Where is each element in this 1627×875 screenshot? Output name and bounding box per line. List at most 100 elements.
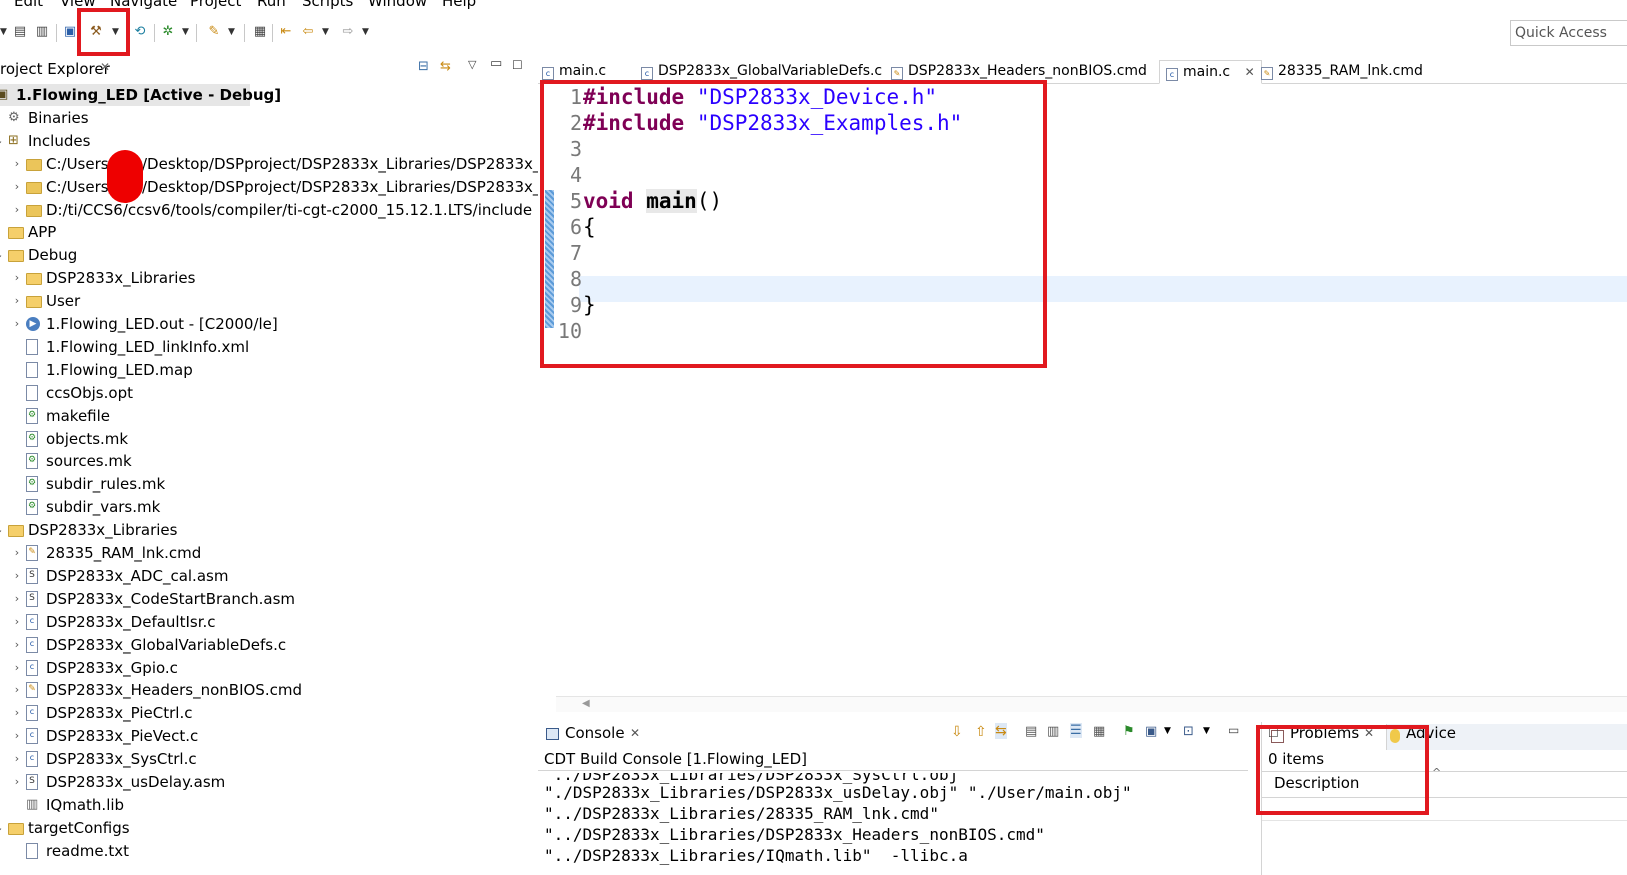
tree-item[interactable]: › D:/ti/CCS6/ccsv6/tools/compiler/ti-cgt-… <box>0 199 538 221</box>
menu-project[interactable]: Project <box>190 0 241 10</box>
tree-item[interactable]: APP <box>0 221 538 243</box>
tree-item[interactable]: readme.txt <box>0 840 538 862</box>
tree-item[interactable]: ⚙ subdir_rules.mk <box>0 473 538 495</box>
tree-item[interactable]: › ✎ DSP2833x_Headers_nonBIOS.cmd <box>0 679 538 701</box>
display-console-icon[interactable]: ▣ <box>1145 724 1157 739</box>
close-icon[interactable]: ✕ <box>630 726 640 740</box>
tree-item[interactable]: › c DSP2833x_SysCtrl.c <box>0 748 538 770</box>
last-edit-icon[interactable]: ⇤ <box>278 24 294 40</box>
tree-item[interactable]: › S DSP2833x_usDelay.asm <box>0 771 538 793</box>
forward-arrow-icon[interactable]: ⇨ <box>340 24 356 40</box>
tree-item[interactable]: › ✎ 28335_RAM_lnk.cmd <box>0 542 538 564</box>
tree-item[interactable]: ⚙ Binaries <box>0 107 538 129</box>
back-arrow-icon[interactable]: ⇦ <box>300 24 316 40</box>
tree-item[interactable]: ▥ IQmath.lib <box>0 794 538 816</box>
project-explorer-title[interactable]: roject Explorer <box>0 60 110 78</box>
chevron-down-icon[interactable]: ⌄ <box>0 244 4 266</box>
editor-horizontal-scrollbar[interactable]: ◀ <box>556 696 1627 712</box>
new-project-icon[interactable]: ▣ <box>62 24 78 40</box>
tab-main-c-active[interactable]: c main.c ✕ <box>1159 60 1262 84</box>
menu-window[interactable]: Window <box>368 0 427 10</box>
tree-item[interactable]: › ▶ 1.Flowing_LED.out - [C2000/le] <box>0 313 538 335</box>
tree-item[interactable]: 1.Flowing_LED_linkInfo.xml <box>0 336 538 358</box>
chevron-right-icon[interactable]: › <box>12 565 22 587</box>
chevron-right-icon[interactable]: › <box>12 771 22 793</box>
tree-item[interactable]: ccsObjs.opt <box>0 382 538 404</box>
chevron-right-icon[interactable]: › <box>12 176 22 198</box>
toggle-block-icon[interactable]: ▦ <box>252 24 268 40</box>
chevron-down-icon[interactable]: ▼ <box>0 24 7 40</box>
chevron-down-icon[interactable]: ⌄ <box>0 519 4 541</box>
tree-item[interactable]: › c DSP2833x_PieVect.c <box>0 725 538 747</box>
chevron-right-icon[interactable]: › <box>12 702 22 724</box>
chevron-right-icon[interactable]: › <box>12 748 22 770</box>
tree-item[interactable]: ⌄ targetConfigs <box>0 817 538 839</box>
chevron-right-icon[interactable]: › <box>12 657 22 679</box>
debug-bug-icon[interactable]: ✲ <box>160 24 176 40</box>
chevron-down-icon[interactable]: ▼ <box>322 24 329 40</box>
chevron-right-icon[interactable]: › <box>12 290 22 312</box>
save-all-icon[interactable]: ▥ <box>34 24 50 40</box>
chevron-right-icon[interactable]: › <box>12 267 22 289</box>
scroll-up-icon[interactable]: ⇧ <box>975 724 987 740</box>
clear-console-icon[interactable]: ▤ <box>1025 724 1037 739</box>
chevron-right-icon[interactable]: › <box>12 679 22 701</box>
chevron-down-icon[interactable]: ▼ <box>182 24 189 40</box>
save-output-icon[interactable]: ▦ <box>1093 724 1105 739</box>
copy-icon[interactable]: ▥ <box>1047 724 1059 739</box>
tree-item[interactable]: ⌄ Debug <box>0 244 538 266</box>
close-icon[interactable]: ✕ <box>1245 65 1255 79</box>
tree-item[interactable]: › DSP2833x_Libraries <box>0 267 538 289</box>
scroll-lock-icon[interactable]: ⇆ <box>995 723 1007 739</box>
collapse-all-icon[interactable]: ⊟ <box>418 59 429 74</box>
tree-item[interactable]: › c DSP2833x_Gpio.c <box>0 657 538 679</box>
tree-item[interactable]: ⚙ subdir_vars.mk <box>0 496 538 518</box>
chevron-right-icon[interactable]: › <box>12 542 22 564</box>
chevron-right-icon[interactable]: › <box>12 634 22 656</box>
chevron-down-icon[interactable]: ▼ <box>362 24 369 40</box>
chevron-down-icon[interactable]: ⌄ <box>0 817 4 839</box>
tree-item[interactable]: › C:/Users/ /Desktop/DSPproject/DSP2833x_L… <box>0 176 538 198</box>
menu-edit[interactable]: Edit <box>14 0 43 10</box>
tree-item[interactable]: ⌄ DSP2833x_Libraries <box>0 519 538 541</box>
save-icon[interactable]: ▤ <box>12 24 28 40</box>
minimize-icon[interactable]: ▭ <box>490 56 502 71</box>
tree-item[interactable]: › S DSP2833x_ADC_cal.asm <box>0 565 538 587</box>
tree-item[interactable]: ⌄⊞ Includes <box>0 130 538 152</box>
chevron-right-icon[interactable]: › <box>12 588 22 610</box>
chevron-down-icon[interactable]: ▼ <box>1164 726 1171 736</box>
tree-item[interactable]: › c DSP2833x_GlobalVariableDefs.c <box>0 634 538 656</box>
tree-item[interactable]: ⚙ objects.mk <box>0 428 538 450</box>
view-menu-icon[interactable]: ▽ <box>468 58 476 71</box>
tree-item[interactable]: › User <box>0 290 538 312</box>
chevron-down-icon[interactable]: ▼ <box>1203 726 1210 736</box>
tab-console[interactable]: Console <box>565 724 625 742</box>
chevron-right-icon[interactable]: › <box>12 153 22 175</box>
tree-item[interactable]: ⚙ sources.mk <box>0 450 538 472</box>
tree-item[interactable]: › C:/Users/ /Desktop/DSPproject/DSP2833x_L… <box>0 153 538 175</box>
refresh-icon[interactable]: ⟲ <box>132 24 148 40</box>
pin-console-icon[interactable]: ⚑ <box>1123 724 1135 739</box>
chevron-right-icon[interactable]: › <box>12 313 22 335</box>
menu-help[interactable]: Help <box>442 0 476 10</box>
tree-item[interactable]: › c DSP2833x_PieCtrl.c <box>0 702 538 724</box>
sort-ascending-icon[interactable]: ^ <box>1432 766 1441 779</box>
chevron-down-icon[interactable]: ▼ <box>228 24 235 40</box>
menu-run[interactable]: Run <box>257 0 286 10</box>
close-icon[interactable]: ✕ <box>100 60 110 74</box>
chevron-right-icon[interactable]: › <box>12 725 22 747</box>
chevron-right-icon[interactable]: › <box>12 199 22 221</box>
minimize-icon[interactable]: ▭ <box>1228 723 1239 737</box>
chevron-right-icon[interactable]: › <box>12 611 22 633</box>
word-wrap-icon[interactable]: ☰ <box>1070 723 1082 738</box>
link-editor-icon[interactable]: ⇆ <box>440 59 451 74</box>
tree-item[interactable]: › c DSP2833x_DefaultIsr.c <box>0 611 538 633</box>
flash-tool-icon[interactable]: ✎ <box>206 24 222 40</box>
quick-access-field[interactable]: Quick Access <box>1510 20 1627 46</box>
maximize-icon[interactable]: ☐ <box>512 58 523 72</box>
open-console-icon[interactable]: ⊡ <box>1183 724 1194 739</box>
tree-item[interactable]: ▣ 1.Flowing_LED [Active - Debug] <box>0 84 281 106</box>
menu-scripts[interactable]: Scripts <box>302 0 353 10</box>
chevron-down-icon[interactable]: ⌄ <box>0 130 4 152</box>
scroll-left-icon[interactable]: ◀ <box>582 698 590 709</box>
